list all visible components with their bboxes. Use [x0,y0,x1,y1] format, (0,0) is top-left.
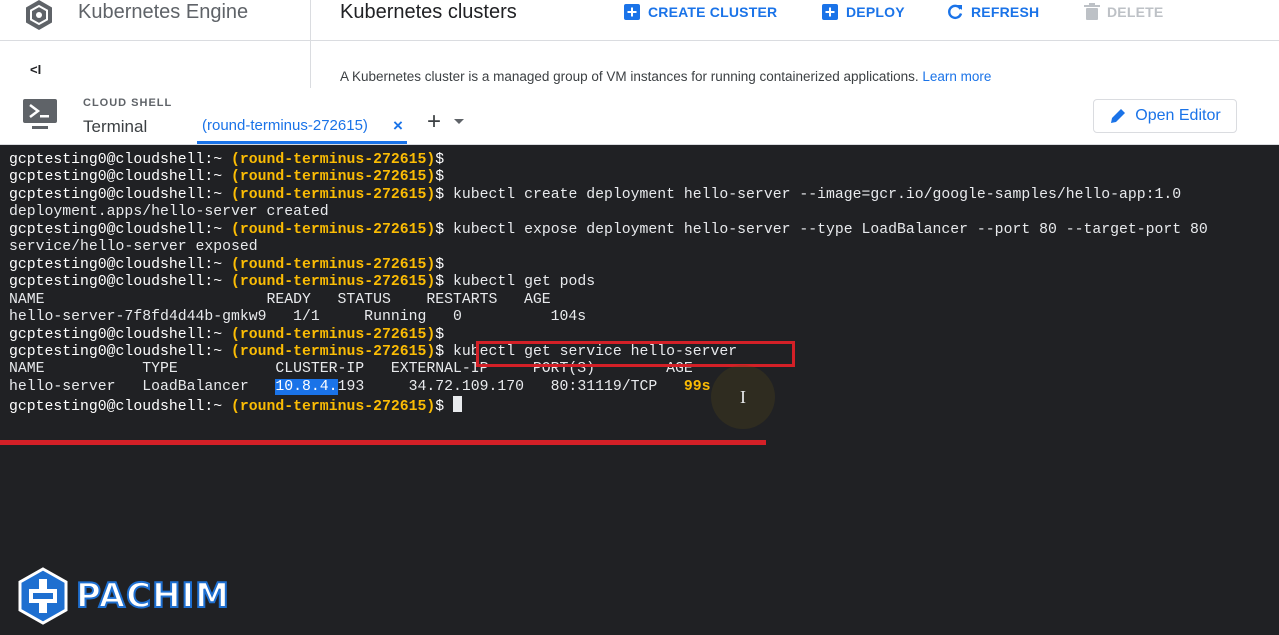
description-text: A Kubernetes cluster is a managed group … [340,69,919,84]
kubernetes-engine-logo-icon [26,0,52,30]
delete-label: DELETE [1107,4,1164,20]
open-editor-button[interactable]: Open Editor [1093,99,1237,133]
tab-active-indicator [197,141,407,144]
deploy-button[interactable]: DEPLOY [821,3,905,21]
add-box-icon [822,4,838,20]
header-divider [310,40,1279,41]
terminal-line: gcptesting0@cloudshell:~ (round-terminus… [9,396,463,415]
terminal-tab-label: (round-terminus-272615) [202,117,368,134]
pods-table-header: NAME READY STATUS RESTARTS AGE [9,291,551,308]
create-cluster-button[interactable]: CREATE CLUSTER [623,3,777,21]
terminal-text: gcptesting0@cloudshell:~ (round-terminus… [9,152,1208,417]
text-cursor-icon: I [740,387,746,407]
service-table-row: hello-server LoadBalancer 10.8.4.193 34.… [9,378,711,395]
side-panel: Kubernetes Engine <I [0,0,311,88]
watermark-text: PACHIM [75,575,231,617]
collapse-sidebar-button[interactable]: <I [30,62,41,77]
page-title: Kubernetes clusters [340,1,517,23]
command-create-deployment: kubectl create deployment hello-server -… [453,186,1182,203]
terminal-output[interactable]: gcptesting0@cloudshell:~ (round-terminus… [0,145,1279,635]
refresh-label: REFRESH [971,4,1040,20]
terminal-line: gcptesting0@cloudshell:~ (round-terminus… [9,152,445,168]
trash-icon [1084,3,1100,20]
console-header: Kubernetes Engine <I Kubernetes clusters… [0,0,1279,88]
terminal-output-line: deployment.apps/hello-server created [9,204,329,221]
create-cluster-label: CREATE CLUSTER [648,4,778,20]
pachim-logo-icon [18,567,68,625]
terminal-icon [23,99,57,129]
annotation-underline [0,440,766,445]
product-name: Kubernetes Engine [78,1,249,23]
watermark: PACHIM [14,567,230,625]
terminal-title: Terminal [83,117,148,136]
terminal-line: gcptesting0@cloudshell:~ (round-terminus… [9,274,596,291]
command-expose-deployment: kubectl expose deployment hello-server -… [453,221,1208,238]
terminal-line: gcptesting0@cloudshell:~ (round-terminus… [9,186,1182,203]
open-editor-label: Open Editor [1135,107,1221,124]
terminal-line: gcptesting0@cloudshell:~ (round-terminus… [9,169,445,186]
terminal-line: gcptesting0@cloudshell:~ (round-terminus… [9,326,445,343]
page-description: A Kubernetes cluster is a managed group … [340,69,991,84]
learn-more-link[interactable]: Learn more [922,69,991,84]
terminal-cursor [453,396,463,413]
chevron-down-icon[interactable] [454,119,464,124]
refresh-button[interactable]: REFRESH [946,3,1039,21]
terminal-line: gcptesting0@cloudshell:~ (round-terminus… [9,256,445,273]
deploy-label: DEPLOY [846,4,905,20]
terminal-output-line: service/hello-server exposed [9,239,258,256]
product-header: Kubernetes Engine [0,0,310,41]
pods-table-row: hello-server-7f8fd4d44b-gmkw9 1/1 Runnin… [9,309,587,326]
command-get-pods: kubectl get pods [453,274,596,291]
terminal-tab[interactable]: (round-terminus-272615) × [197,115,407,144]
add-tab-button[interactable]: + [427,108,441,136]
refresh-icon [948,4,963,20]
pencil-icon [1111,109,1126,123]
cloud-shell-bar: CLOUD SHELL Terminal (round-terminus-272… [0,88,1279,145]
cloud-shell-label: CLOUD SHELL [83,97,173,109]
close-icon[interactable]: × [393,116,403,136]
selected-text: 10.8.4. [275,378,338,395]
add-box-icon [624,4,640,20]
annotation-box [476,341,795,367]
delete-button[interactable]: DELETE [1084,3,1163,21]
terminal-line: gcptesting0@cloudshell:~ (round-terminus… [9,221,1208,238]
